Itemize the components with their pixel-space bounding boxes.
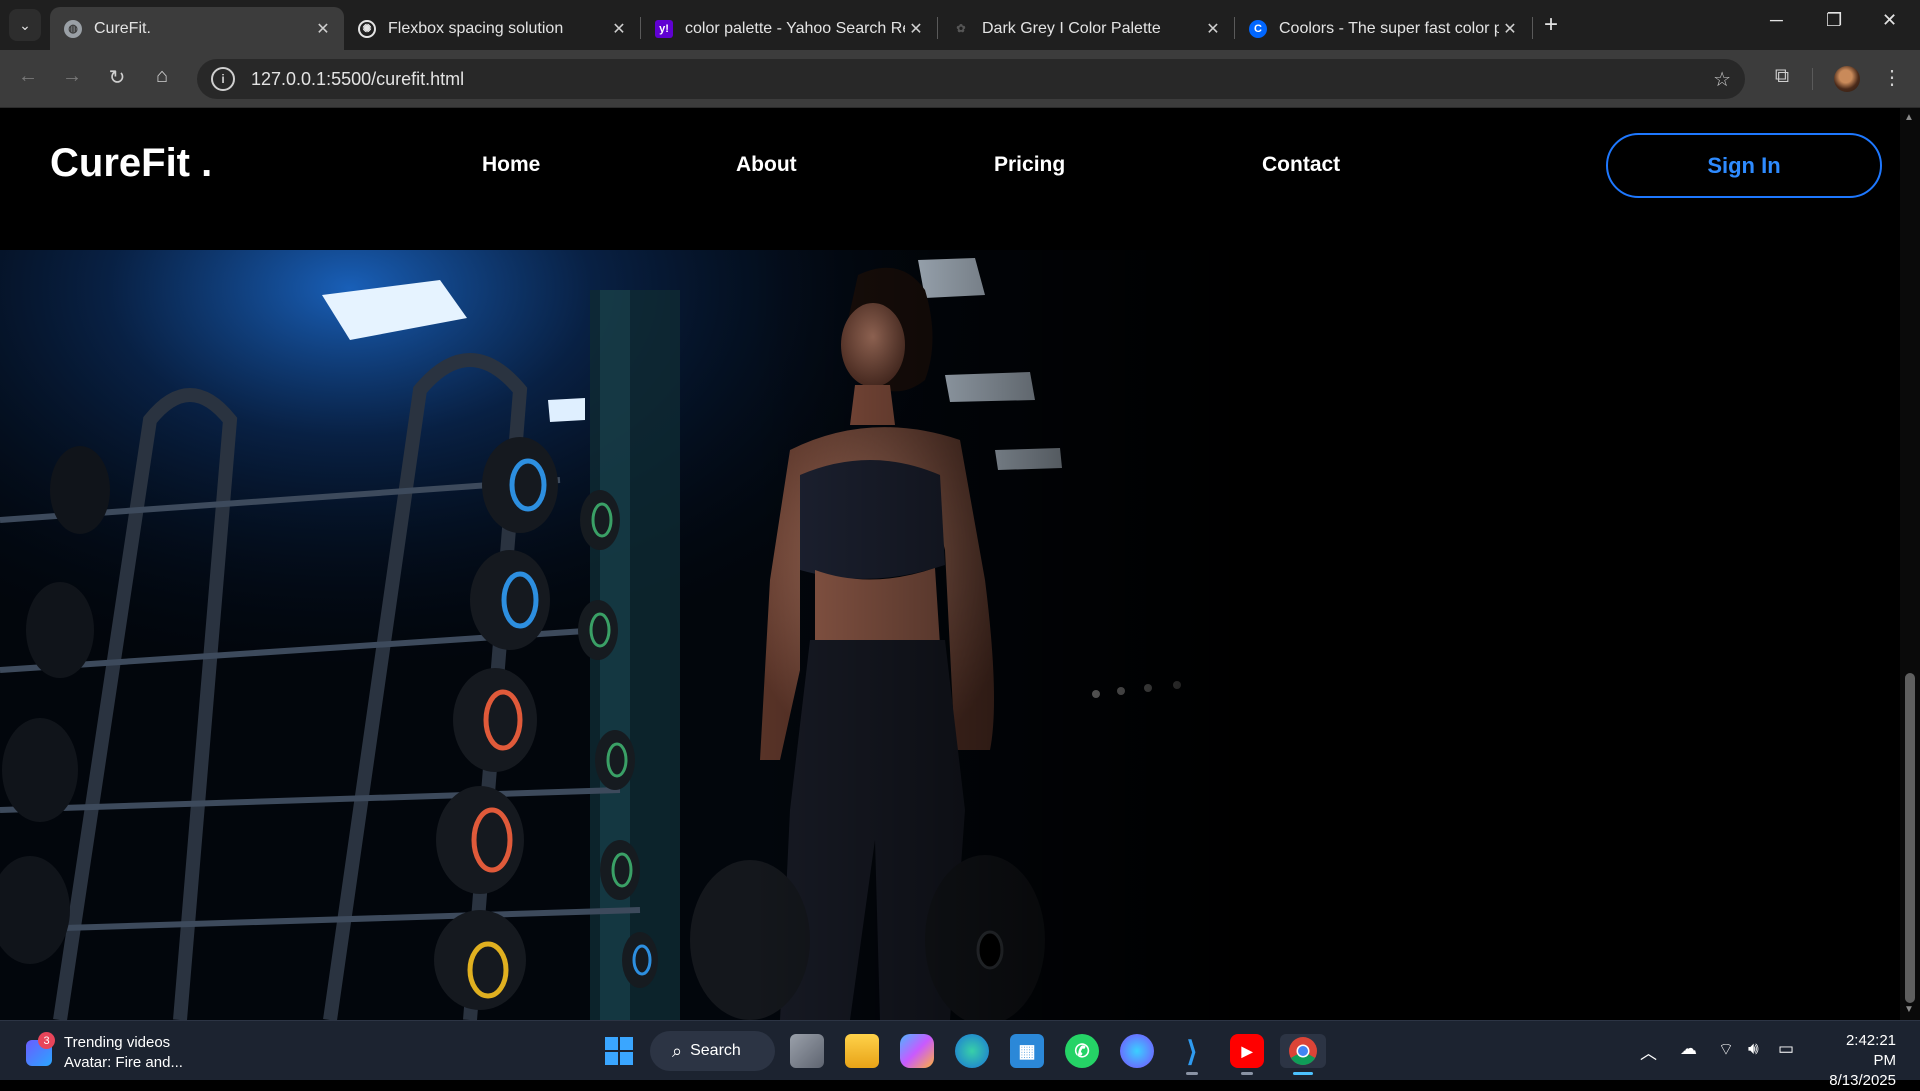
coolors-icon: C [1249,19,1267,38]
store-icon[interactable]: ▦ [1010,1034,1044,1068]
widgets-icon: 3 [26,1032,55,1066]
page-scrollbar[interactable]: ▲ ▼ [1900,108,1920,1020]
start-icon[interactable] [602,1034,636,1068]
close-icon[interactable]: ✕ [1202,19,1224,39]
site-navbar: CureFit . Home About Pricing Contact Sig… [0,108,1900,223]
close-icon[interactable]: ✕ [905,19,927,39]
chatgpt-icon: ✺ [358,19,376,38]
active-indicator [1293,1072,1313,1075]
forward-icon[interactable]: → [58,65,86,88]
file-explorer-icon[interactable] [845,1034,879,1068]
taskbar-search[interactable]: ⌕ Search [650,1031,775,1071]
scrollbar-thumb[interactable] [1905,673,1915,1003]
nav-pricing[interactable]: Pricing [994,153,1065,177]
widget-text: Trending videos Avatar: Fire and... [64,1033,183,1073]
back-icon[interactable]: ← [14,65,42,88]
tab-dark-grey[interactable]: ✿ Dark Grey I Color Palette ✕ [938,7,1234,50]
menu-dots-icon[interactable]: ⋮ [1878,65,1906,90]
close-icon[interactable]: ✕ [608,19,630,39]
scroll-down-icon[interactable]: ▼ [1904,1004,1914,1015]
volume-icon[interactable]: 🔊︎ [1748,1039,1759,1059]
nav-home[interactable]: Home [482,153,540,177]
chrome-icon[interactable] [1280,1034,1326,1068]
window-close-icon[interactable]: ✕ [1882,10,1897,31]
edge-icon[interactable] [955,1034,989,1068]
url-text: 127.0.0.1:5500/curefit.html [251,68,465,89]
extensions-icon[interactable]: ⧉ [1768,65,1796,88]
tab-search-button[interactable]: ⌄ [9,9,41,41]
messenger-icon[interactable] [1120,1034,1154,1068]
clock-time: 2:42:21 PM [1845,1032,1896,1069]
chevron-up-icon[interactable]: ︿ [1640,1039,1657,1064]
copilot-icon[interactable] [900,1034,934,1068]
tab-title: Flexbox spacing solution [388,19,564,37]
address-bar[interactable]: i 127.0.0.1:5500/curefit.html ☆ [197,59,1745,99]
tab-title: Dark Grey I Color Palette [982,19,1161,37]
search-icon: ⌕ [672,1040,683,1061]
nav-about[interactable]: About [736,153,797,177]
hero-gym-image [0,250,1250,1020]
minimize-icon[interactable]: ─ [1770,10,1783,31]
widget-title: Trending videos [64,1034,171,1051]
close-icon[interactable]: ✕ [312,19,334,39]
bookmark-star-icon[interactable]: ☆ [1713,67,1731,92]
vscode-icon[interactable]: ⟩ [1175,1034,1209,1068]
close-icon[interactable]: ✕ [1499,19,1521,39]
reload-icon[interactable]: ↻ [103,65,131,90]
clock-date: 8/13/2025 [1829,1072,1896,1089]
tab-yahoo[interactable]: y! color palette - Yahoo Search Re ✕ [641,7,937,50]
globe-icon: ◍ [64,19,82,38]
battery-icon[interactable]: ▭ [1778,1039,1794,1059]
tab-coolors[interactable]: C Coolors - The super fast color p ✕ [1235,7,1531,50]
palette-icon: ✿ [956,23,966,35]
task-view-icon[interactable] [790,1034,824,1068]
yahoo-icon: y! [655,19,673,38]
home-icon[interactable]: ⌂ [148,65,176,88]
windows-taskbar: 3 Trending videos Avatar: Fire and... ⌕ … [0,1020,1920,1089]
tab-flexbox[interactable]: ✺ Flexbox spacing solution ✕ [344,7,640,50]
browser-toolbar: ← → ↻ ⌂ i 127.0.0.1:5500/curefit.html ☆ … [0,50,1920,108]
whatsapp-icon[interactable]: ✆ [1065,1034,1099,1068]
new-tab-icon[interactable]: + [1544,11,1558,39]
tab-title: Coolors - The super fast color p [1279,19,1499,37]
restore-icon[interactable]: ❐ [1826,10,1842,31]
profile-avatar[interactable] [1834,66,1860,92]
site-info-icon[interactable]: i [211,67,235,91]
onedrive-icon[interactable]: ☁ [1680,1039,1697,1059]
widgets-button[interactable]: 3 Trending videos Avatar: Fire and... [26,1032,183,1073]
running-indicator [1241,1072,1253,1075]
scroll-up-icon[interactable]: ▲ [1904,112,1914,123]
tab-title: color palette - Yahoo Search Re [685,19,905,37]
search-label: Search [690,1042,741,1059]
youtube-icon[interactable]: ▶ [1230,1034,1264,1068]
wifi-icon[interactable]: ⌔ [1718,1039,1734,1060]
running-indicator [1186,1072,1198,1075]
tab-curefit[interactable]: ◍ CureFit. ✕ [50,7,344,50]
nav-contact[interactable]: Contact [1262,153,1340,177]
tab-separator [1532,17,1533,39]
browser-tab-strip: ⌄ ◍ CureFit. ✕ ✺ Flexbox spacing solutio… [0,0,1920,50]
site-logo[interactable]: CureFit . [50,141,212,186]
tab-title: CureFit. [94,19,151,37]
toolbar-separator [1812,68,1813,90]
widget-subtitle: Avatar: Fire and... [64,1054,183,1071]
webpage: CureFit . Home About Pricing Contact Sig… [0,108,1900,1020]
system-clock[interactable]: 2:42:21 PM 8/13/2025 [1820,1031,1896,1091]
sign-in-button[interactable]: Sign In [1606,133,1882,198]
notification-badge: 3 [38,1032,55,1049]
